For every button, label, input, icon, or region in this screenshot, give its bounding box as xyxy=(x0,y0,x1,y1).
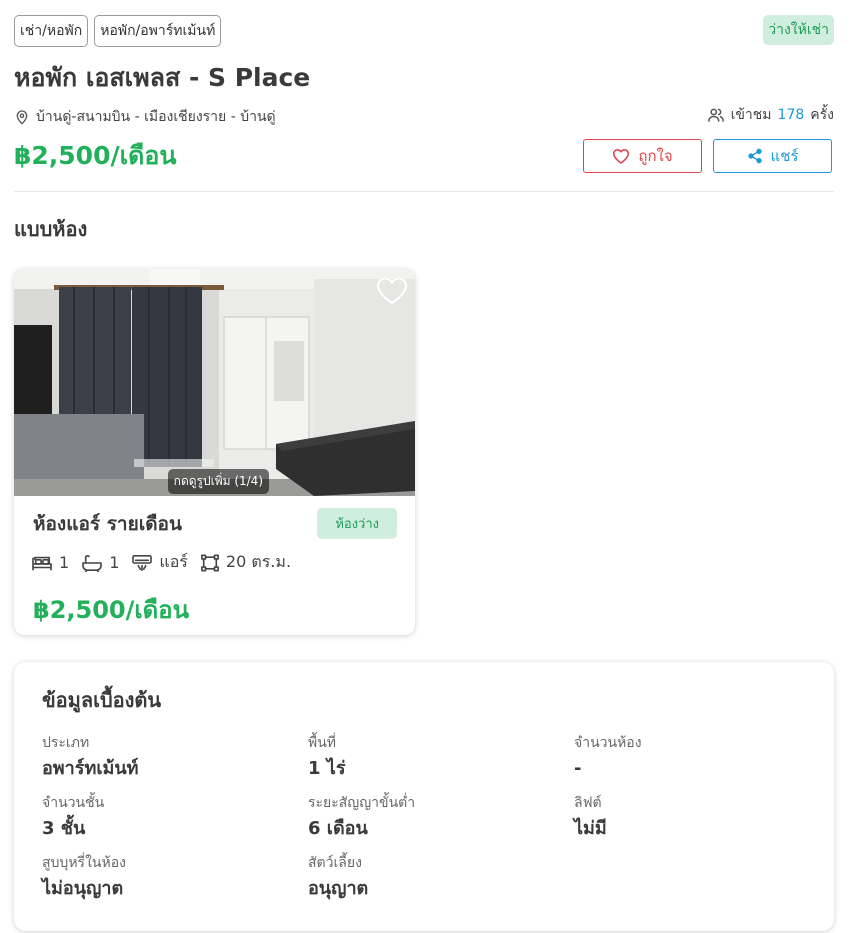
info-label: พื้นที่ xyxy=(308,735,337,751)
favorite-heart-icon[interactable] xyxy=(376,275,408,305)
category-tags: เช่า/หอพัก หอพัก/อพาร์ทเม้นท์ xyxy=(14,15,222,47)
room-features: 1 1 แอร์ 20 ตร.ม. xyxy=(31,550,303,575)
feature-bathrooms: 1 xyxy=(81,553,119,572)
feature-bedrooms: 1 xyxy=(31,553,69,572)
views-count: 178 xyxy=(777,107,805,123)
info-item-smoking: สูบบุหรี่ในห้อง ไม่อนุญาต xyxy=(42,854,292,900)
map-pin-icon xyxy=(16,110,28,125)
info-value: ไม่มี xyxy=(574,818,607,839)
info-item-room-count: จำนวนห้อง - xyxy=(574,734,824,780)
room-name: ห้องแอร์ รายเดือน xyxy=(33,513,182,535)
action-buttons: ถูกใจ แชร์ xyxy=(583,139,832,173)
info-item-min-contract: ระยะสัญญาขั้นต่ำ 6 เดือน xyxy=(308,794,558,840)
price: ฿2,500/เดือน xyxy=(14,141,177,170)
info-value: - xyxy=(574,758,582,779)
info-value: อพาร์ทเม้นท์ xyxy=(42,758,139,779)
room-photo[interactable]: กดดูรูปเพิ่ม (1/4) xyxy=(14,269,415,496)
room-photo-image xyxy=(14,269,415,496)
info-label: ลิฟต์ xyxy=(574,795,602,811)
info-value: ไม่อนุญาต xyxy=(42,878,124,899)
info-value: 3 ชั้น xyxy=(42,818,86,839)
property-title: หอพัก เอสเพลส - S Place xyxy=(14,63,311,92)
info-item-floors: จำนวนชั้น 3 ชั้น xyxy=(42,794,292,840)
bedrooms-count: 1 xyxy=(59,553,70,572)
room-status-badge: ห้องว่าง xyxy=(317,508,397,539)
share-icon xyxy=(747,148,762,164)
info-label: จำนวนห้อง xyxy=(574,735,642,751)
views-prefix: เข้าชม xyxy=(730,107,772,123)
info-label: ระยะสัญญาขั้นต่ำ xyxy=(308,795,416,811)
info-label: สูบบุหรี่ในห้อง xyxy=(42,855,126,871)
info-value: 1 ไร่ xyxy=(308,758,346,779)
info-item-area: พื้นที่ 1 ไร่ xyxy=(308,734,558,780)
info-value: อนุญาต xyxy=(308,878,369,899)
location: บ้านดู่-สนามบิน - เมืองเชียงราย - บ้านดู… xyxy=(14,106,276,128)
tag-rent-dorm[interactable]: เช่า/หอพัก xyxy=(14,15,89,47)
heart-icon xyxy=(613,149,630,164)
like-label: ถูกใจ xyxy=(638,148,673,165)
info-item-type: ประเภท อพาร์ทเม้นท์ xyxy=(42,734,292,780)
info-value: 6 เดือน xyxy=(308,818,368,839)
view-count: เข้าชม 178 ครั้ง xyxy=(707,104,834,126)
bathtub-icon xyxy=(82,554,102,572)
availability-badge: ว่างให้เช่า xyxy=(763,15,834,45)
divider xyxy=(14,191,834,192)
feature-area: 20 ตร.ม. xyxy=(200,550,291,575)
location-text: บ้านดู่-สนามบิน - เมืองเชียงราย - บ้านดู… xyxy=(36,109,276,125)
room-price: ฿2,500/เดือน xyxy=(33,596,189,624)
bathrooms-count: 1 xyxy=(109,553,120,572)
like-button[interactable]: ถูกใจ xyxy=(583,139,702,173)
aircon-label: แอร์ xyxy=(159,552,188,571)
room-card[interactable]: กดดูรูปเพิ่ม (1/4) ห้องแอร์ รายเดือน ห้อ… xyxy=(14,269,415,635)
info-label: สัตว์เลี้ยง xyxy=(308,855,362,871)
share-label: แชร์ xyxy=(770,148,799,165)
info-label: ประเภท xyxy=(42,735,90,751)
basic-info-title: ข้อมูลเบื้องต้น xyxy=(42,688,162,712)
photo-count-label[interactable]: กดดูรูปเพิ่ม (1/4) xyxy=(167,469,269,494)
users-icon xyxy=(707,108,724,122)
tag-dorm-apartment[interactable]: หอพัก/อพาร์ทเม้นท์ xyxy=(94,15,222,47)
feature-aircon: แอร์ xyxy=(131,550,188,575)
bed-icon xyxy=(32,556,52,570)
air-conditioner-icon xyxy=(132,554,153,571)
share-button[interactable]: แชร์ xyxy=(713,139,832,173)
basic-info-card: ข้อมูลเบื้องต้น ประเภท อพาร์ทเม้นท์ พื้น… xyxy=(14,662,834,931)
room-types-heading: แบบห้อง xyxy=(14,217,88,241)
info-item-pets: สัตว์เลี้ยง อนุญาต xyxy=(308,854,558,900)
area-icon xyxy=(200,554,219,571)
views-suffix: ครั้ง xyxy=(810,107,834,123)
info-label: จำนวนชั้น xyxy=(42,795,105,811)
info-item-elevator: ลิฟต์ ไม่มี xyxy=(574,794,824,840)
area-label: 20 ตร.ม. xyxy=(225,552,292,571)
